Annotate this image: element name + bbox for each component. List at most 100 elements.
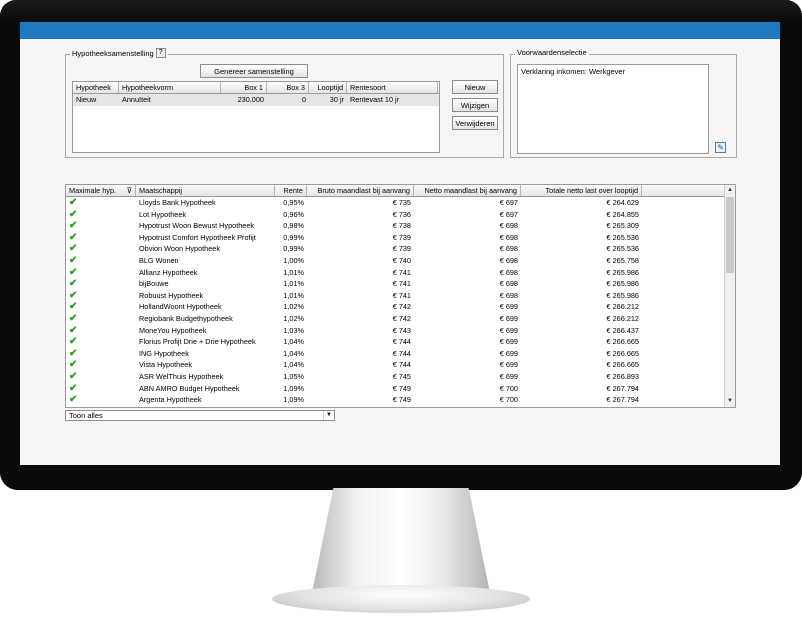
table-row[interactable]: ✔ Florius Profijt Drie + Drie Hypotheek 1,… xyxy=(66,336,735,348)
cell-totaal: € 265.309 xyxy=(606,221,639,231)
select-value: Toon alles xyxy=(69,411,103,420)
screen: Hypotheeksamenstelling ? Genereer samens… xyxy=(20,22,780,465)
check-icon: ✔ xyxy=(69,370,78,382)
cell-netto: € 698 xyxy=(499,255,518,265)
cell-maatschappij: Lloyds Bank Hypotheek xyxy=(139,198,216,207)
hypotheek-grid[interactable]: Hypotheek Hypotheekvorm Box 1 Box 3 Loop… xyxy=(72,81,440,153)
col-bruto[interactable]: Bruto maandlast bij aanvang xyxy=(307,185,414,196)
cell-netto: € 699 xyxy=(499,313,518,323)
cell-totaal: € 264.629 xyxy=(606,198,639,207)
cell-rentesoort: Rentevast 10 jr xyxy=(350,95,400,104)
check-icon: ✔ xyxy=(69,359,78,371)
cell-rente: 1,05% xyxy=(283,371,304,381)
results-scrollbar[interactable]: ▲ ▼ xyxy=(724,185,735,407)
table-row[interactable]: ✔ ING Hypotheek 1,04% € 744 € 699 € 266.665 xyxy=(66,348,735,360)
verwijderen-button[interactable]: Verwijderen xyxy=(452,116,498,130)
col-box1[interactable]: Box 1 xyxy=(221,82,267,93)
col-netto[interactable]: Netto maandlast bij aanvang xyxy=(414,185,521,196)
col-rentesoort[interactable]: Rentesoort xyxy=(347,82,438,93)
table-row[interactable]: Nieuw Annuïteit 230.000 0 30 jr Rentevas… xyxy=(73,94,439,106)
table-row[interactable]: ✔ Robuust Hypotheek 1,01% € 741 € 698 € 265.9… xyxy=(66,290,735,302)
cell-totaal: € 265.758 xyxy=(606,255,639,265)
cell-netto: € 698 xyxy=(499,221,518,231)
col-hypotheek[interactable]: Hypotheek xyxy=(73,82,119,93)
table-row[interactable]: ✔ ABN AMRO Budget Hypotheek 1,09% € 749 € 70… xyxy=(66,383,735,395)
cell-netto: € 700 xyxy=(499,395,518,405)
check-icon: ✔ xyxy=(69,394,78,406)
cell-hypotheek: Nieuw xyxy=(76,95,97,104)
results-grid[interactable]: Maximale hyp. ⊽ Maatschappij Rente Bruto… xyxy=(65,184,736,408)
genereer-samenstelling-button[interactable]: Genereer samenstelling xyxy=(200,64,308,78)
filter-icon[interactable]: ⊽ xyxy=(127,185,132,196)
cell-vorm: Annuïteit xyxy=(122,95,151,104)
cell-totaal: € 266.665 xyxy=(606,337,639,347)
check-icon: ✔ xyxy=(69,336,78,348)
monitor-stand-base xyxy=(272,585,530,613)
chevron-down-icon[interactable]: ▼ xyxy=(323,411,334,420)
col-looptijd[interactable]: Looptijd xyxy=(309,82,347,93)
scroll-down-arrow-icon[interactable]: ▼ xyxy=(725,396,735,407)
cell-bruto: € 738 xyxy=(392,221,411,231)
cell-netto: € 699 xyxy=(499,302,518,312)
cell-rente: 0,99% xyxy=(283,244,304,254)
cell-maatschappij: Florius Profijt Drie + Drie Hypotheek xyxy=(139,337,256,347)
monitor-chin xyxy=(0,465,802,490)
cell-netto: € 698 xyxy=(499,244,518,254)
table-row[interactable]: ✔ Obvion Woon Hypotheek 0,99% € 739 € 698 € 2… xyxy=(66,243,735,255)
table-row[interactable]: ✔ Hypotrust Comfort Hypotheek Profijt 0,99… xyxy=(66,232,735,244)
cell-maatschappij: Hypotrust Woon Bewust Hypotheek xyxy=(139,221,255,231)
cell-bruto: € 736 xyxy=(392,209,411,219)
table-row[interactable]: ✔ Lloyds Bank Hypotheek 0,95% € 735 € 697 € 2… xyxy=(66,197,735,209)
table-row[interactable]: ✔ BLG Wonen 1,00% € 740 € 698 € 265.758 xyxy=(66,255,735,267)
col-maatschappij[interactable]: Maatschappij xyxy=(136,185,275,196)
check-icon: ✔ xyxy=(69,197,78,208)
table-row[interactable]: ✔ Vista Hypotheek 1,04% € 744 € 699 € 266.665 xyxy=(66,359,735,371)
cell-netto: € 697 xyxy=(499,209,518,219)
cell-maatschappij: Allianz Hypotheek xyxy=(139,267,198,277)
scroll-up-arrow-icon[interactable]: ▲ xyxy=(725,185,735,196)
cell-rente: 1,04% xyxy=(283,360,304,370)
cell-netto: € 698 xyxy=(499,290,518,300)
cell-totaal: € 267.794 xyxy=(606,395,639,405)
table-row[interactable]: ✔ MoneYou Hypotheek 1,03% € 743 € 699 € 266.4… xyxy=(66,325,735,337)
cell-netto: € 699 xyxy=(499,348,518,358)
col-hypotheekvorm[interactable]: Hypotheekvorm xyxy=(119,82,221,93)
cell-rente: 0,95% xyxy=(283,198,304,207)
help-button[interactable]: ? xyxy=(155,48,166,58)
table-row[interactable]: ✔ HollandWoont Hypotheek 1,02% € 742 € 699 € … xyxy=(66,301,735,313)
cell-rente: 0,96% xyxy=(283,209,304,219)
cell-netto: € 700 xyxy=(499,383,518,393)
hypotheek-grid-header: Hypotheek Hypotheekvorm Box 1 Box 3 Loop… xyxy=(73,82,439,94)
col-rente[interactable]: Rente xyxy=(275,185,307,196)
cell-maatschappij: MoneYou Hypotheek xyxy=(139,325,207,335)
cell-totaal: € 265.986 xyxy=(606,267,639,277)
col-maximale-hyp[interactable]: Maximale hyp. ⊽ xyxy=(66,185,136,196)
col-totaal[interactable]: Totale netto last over looptijd xyxy=(521,185,642,196)
cell-netto: € 697 xyxy=(499,198,518,207)
cell-maatschappij: HollandWoont Hypotheek xyxy=(139,302,222,312)
cell-bruto: € 741 xyxy=(392,290,411,300)
cell-totaal: € 265.536 xyxy=(606,232,639,242)
table-row[interactable]: ✔ Allianz Hypotheek 1,01% € 741 € 698 € 265.9… xyxy=(66,267,735,279)
table-row[interactable]: ✔ ASR WelThuis Hypotheek 1,05% € 745 € 699 € … xyxy=(66,371,735,383)
cell-bruto: € 744 xyxy=(392,360,411,370)
cell-bruto: € 735 xyxy=(392,198,411,207)
table-row[interactable]: ✔ Lot Hypotheek 0,96% € 736 € 697 € 264.855 xyxy=(66,209,735,221)
table-row[interactable]: ✔ Regiobank Budgethypotheek 1,02% € 742 € 69… xyxy=(66,313,735,325)
edit-icon[interactable]: ✎ xyxy=(715,142,726,153)
cell-totaal: € 265.536 xyxy=(606,244,639,254)
check-icon: ✔ xyxy=(69,312,78,324)
col-box3[interactable]: Box 3 xyxy=(267,82,309,93)
table-row[interactable]: ✔ Hypotrust Woon Bewust Hypotheek 0,98% € 7… xyxy=(66,220,735,232)
cell-maatschappij: Regiobank Budgethypotheek xyxy=(139,313,233,323)
toon-alles-select[interactable]: Toon alles ▼ xyxy=(65,410,335,421)
group-title: Hypotheeksamenstelling xyxy=(72,48,154,58)
nieuw-button[interactable]: Nieuw xyxy=(452,80,498,94)
cell-totaal: € 267.794 xyxy=(606,383,639,393)
table-row[interactable]: ✔ bijBouwe 1,01% € 741 € 698 € 265.986 xyxy=(66,278,735,290)
cell-bruto: € 745 xyxy=(392,371,411,381)
check-icon: ✔ xyxy=(69,301,78,313)
table-row[interactable]: ✔ Argenta Hypotheek 1,09% € 749 € 700 € 267.7… xyxy=(66,394,735,406)
scroll-thumb[interactable] xyxy=(726,197,734,273)
wijzigen-button[interactable]: Wijzigen xyxy=(452,98,498,112)
